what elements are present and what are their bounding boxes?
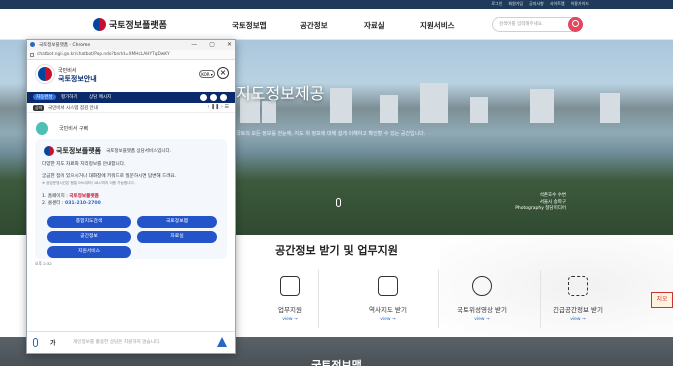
building [470, 97, 488, 123]
microphone-icon[interactable] [33, 338, 38, 347]
close-window-button[interactable]: ✕ [227, 41, 232, 48]
util-login-link[interactable]: 로그인 [491, 1, 502, 7]
map-section-title: 국토정보맵 [311, 359, 362, 366]
chatbot-tabs: 자동완성 평가하기 상담 메시지 [27, 92, 235, 103]
search-input[interactable]: 검색어를 입력해주세요. [492, 17, 583, 32]
service-view-link[interactable]: view → [518, 317, 638, 322]
quick-button-map[interactable]: 국토정보맵 [137, 216, 217, 228]
emblem-icon [44, 146, 54, 156]
site-header: 국토정보플랫폼 국토정보맵 공간정보 자료실 지원서비스 검색어를 입력해주세요… [0, 9, 673, 40]
url-text: chatbot.ngii.go.kr/chatbot/Pop.ndo?bnrId… [37, 52, 170, 57]
home-icon[interactable] [210, 94, 217, 101]
side-tag[interactable]: 지오 [651, 292, 673, 308]
caption-line: Photography 청담미디어 [515, 206, 566, 211]
send-icon[interactable] [217, 337, 227, 347]
util-notice-link[interactable]: 공지사항 [529, 1, 544, 7]
notice-badge: 공지 [33, 105, 45, 111]
service-emergency[interactable]: 긴급공간정보 받기 view → [518, 276, 638, 322]
util-join-link[interactable]: 회원가입 [508, 1, 523, 7]
card-header: 국토정보플랫폼 국토정보플랫폼 상담서비스입니다. [44, 146, 171, 156]
notice-bar[interactable]: 공지 국민비서 시스템 점검 안내 ‹ ❚❚ › ☰ [27, 103, 235, 113]
favicon-icon [30, 42, 35, 47]
contact-site-link[interactable]: 국토정보플랫폼 [69, 194, 99, 199]
building [530, 89, 554, 123]
help-icon[interactable] [220, 94, 227, 101]
building [262, 101, 276, 123]
satellite-icon [472, 276, 492, 296]
chatbot-header: 국민비서 국토정보안내 KOR ▾ × [27, 60, 235, 92]
divider [318, 270, 319, 328]
bot-name: 국민비서 구삐 [59, 126, 89, 132]
site-logo-text: 국토정보플랫폼 [109, 21, 167, 31]
card-line: 궁금한 점이 있으시거나 대화창에 키워드로 질문하시면 답변해 드려요. [42, 174, 177, 179]
search-placeholder: 검색어를 입력해주세요. [499, 22, 544, 27]
header-tools [200, 94, 227, 101]
bot-message-card: 국토정보플랫폼 국토정보플랫폼 상담서비스입니다. 다양한 지도 자료와 지리정… [35, 139, 227, 259]
chatbot-org-small: 국민비서 [58, 68, 77, 74]
card-phone: 2. 콜센터 : 031-210-2700 [42, 200, 101, 206]
scroll-mouse-icon [336, 198, 341, 207]
card-desc: 국토정보플랫폼 상담서비스입니다. [106, 149, 172, 154]
hero-title: 지도정보제공 [236, 84, 325, 103]
building [380, 95, 398, 123]
quick-button-overall-map[interactable]: 종합지도검색 [47, 216, 131, 228]
contact-label: 1. 홈페이지 : [42, 194, 68, 199]
chatbot-org-name: 국토정보안내 [58, 75, 97, 83]
message-timestamp: 오후 2:32 [35, 261, 52, 266]
korea-map-icon [568, 276, 588, 296]
language-select[interactable]: KOR ▾ [199, 70, 215, 78]
quick-button-library[interactable]: 자료실 [137, 231, 217, 243]
quick-button-spatial[interactable]: 공간정보 [47, 231, 131, 243]
nav-item-support[interactable]: 지원서비스 [420, 20, 455, 31]
nav-item-library[interactable]: 자료실 [364, 20, 385, 31]
hero-subtitle: 국토의 모든 정보를 한눈에, 지도 위 정보에 대해 쉽게 이해하고 확인할 … [236, 131, 426, 137]
notice-text: 국민비서 시스템 점검 안내 [48, 106, 98, 111]
quick-button-support[interactable]: 지원서비스 [47, 246, 131, 258]
hero-caption: 석촌호수 수변 서울시 송파구 Photography 청담미디어 [515, 193, 566, 213]
window-controls: — ▢ ✕ [191, 41, 232, 48]
site-info-icon[interactable] [30, 53, 34, 57]
search-icon[interactable] [568, 17, 583, 32]
maximize-button[interactable]: ▢ [209, 41, 215, 48]
building [420, 83, 448, 123]
map-icon [378, 276, 398, 296]
tab-autocomplete[interactable]: 자동완성 [33, 94, 56, 100]
minimize-button[interactable]: — [191, 41, 197, 48]
emblem-icon [36, 65, 54, 83]
bot-avatar [36, 122, 48, 135]
chat-input-bar: 가 개인정보를 활용한 상담은 지원하지 않습니다. [27, 331, 235, 353]
card-contact: 1. 홈페이지 : 국토정보플랫폼 [42, 193, 99, 199]
page: 로그인 회원가입 공지사항 사이트맵 이용가이드 국토정보플랫폼 국토정보맵 공… [0, 0, 673, 366]
chart-icon [280, 276, 300, 296]
utility-bar: 로그인 회원가입 공지사항 사이트맵 이용가이드 [0, 0, 673, 9]
card-note: ※ 상담운영시간은 평일 09시부터 18시까지 이용 가능합니다. [42, 181, 135, 185]
phone-number[interactable]: 031-210-2700 [65, 201, 101, 206]
font-size-button[interactable]: 가 [50, 338, 56, 347]
util-sitemap-link[interactable]: 사이트맵 [550, 1, 565, 7]
speaker-icon[interactable] [200, 94, 207, 101]
service-label: 긴급공간정보 받기 [553, 306, 603, 314]
tab-consult-message[interactable]: 상담 메시지 [89, 94, 111, 100]
close-icon[interactable]: × [217, 67, 229, 79]
nav-item-spatial[interactable]: 공간정보 [300, 20, 328, 31]
card-title: 국토정보플랫폼 [56, 147, 102, 155]
card-line: 다양한 지도 자료와 지리정보를 안내합니다. [42, 162, 126, 167]
tab-evaluate[interactable]: 평가하기 [61, 94, 78, 100]
window-title: 국토정보플랫폼 - Chrome [39, 43, 91, 48]
util-guide-link[interactable]: 이용가이드 [571, 1, 589, 7]
address-bar[interactable]: chatbot.ngii.go.kr/chatbot/Pop.ndo?bnrId… [27, 50, 235, 60]
nav-item-map[interactable]: 국토정보맵 [232, 20, 267, 31]
chat-input[interactable]: 개인정보를 활용한 상담은 지원하지 않습니다. [73, 339, 161, 345]
notice-controls[interactable]: ‹ ❚❚ › ☰ [207, 104, 229, 110]
building [330, 88, 352, 123]
window-titlebar[interactable]: 국토정보플랫폼 - Chrome — ▢ ✕ [27, 40, 235, 50]
chatbot-window[interactable]: 국토정보플랫폼 - Chrome — ▢ ✕ chatbot.ngii.go.k… [26, 39, 236, 354]
phone-label: 2. 콜센터 : [42, 201, 64, 206]
emblem-icon [93, 18, 106, 31]
site-logo[interactable]: 국토정보플랫폼 [93, 18, 167, 31]
building [600, 93, 620, 123]
